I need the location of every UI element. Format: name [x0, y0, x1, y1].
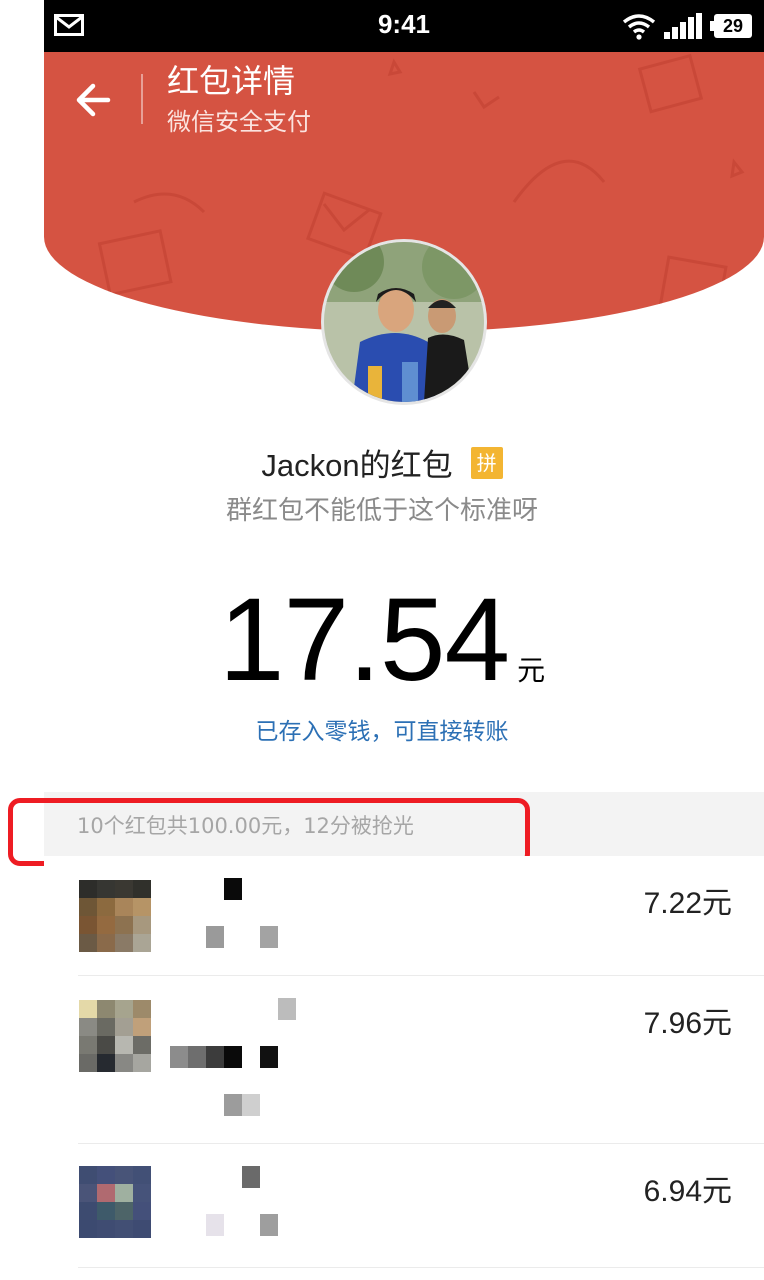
- recipient-avatar: [79, 1166, 151, 1238]
- signal-icon: [664, 13, 702, 39]
- greeting-message: 群红包不能低于这个标准呀: [225, 496, 538, 526]
- status-bar: 9:41 29: [44, 0, 764, 52]
- avatar-photo: [324, 242, 484, 402]
- battery-indicator: 29: [710, 14, 752, 38]
- list-item[interactable]: 7.22元: [44, 856, 764, 976]
- group-badge: 拼: [470, 446, 503, 479]
- back-arrow-icon[interactable]: [72, 78, 116, 122]
- list-item[interactable]: 6.94元: [44, 1144, 764, 1268]
- recipient-amount: 7.22元: [643, 887, 732, 920]
- sender-name: Jackon的红包: [261, 448, 453, 483]
- amount-row: 17.54 元: [0, 580, 764, 700]
- recipient-avatar: [79, 880, 151, 952]
- wifi-icon: [622, 14, 656, 40]
- page-subtitle: 微信安全支付: [167, 108, 311, 136]
- header-divider: [141, 74, 143, 124]
- status-time: 9:41: [377, 9, 431, 39]
- list-item[interactable]: 7.96元: [44, 976, 764, 1144]
- list-divider: [78, 1267, 764, 1268]
- saved-to-wallet-link[interactable]: 已存入零钱，可直接转账: [0, 712, 764, 746]
- received-amount: 17.54: [218, 574, 510, 706]
- sender-row: Jackon的红包拼: [0, 440, 764, 484]
- sender-avatar[interactable]: [324, 242, 484, 402]
- recipient-amount: 7.96元: [643, 1007, 732, 1040]
- recipient-amount: 6.94元: [643, 1175, 732, 1208]
- page-title: 红包详情: [167, 62, 296, 100]
- amount-unit: 元: [517, 654, 546, 687]
- recipient-avatar: [79, 1000, 151, 1072]
